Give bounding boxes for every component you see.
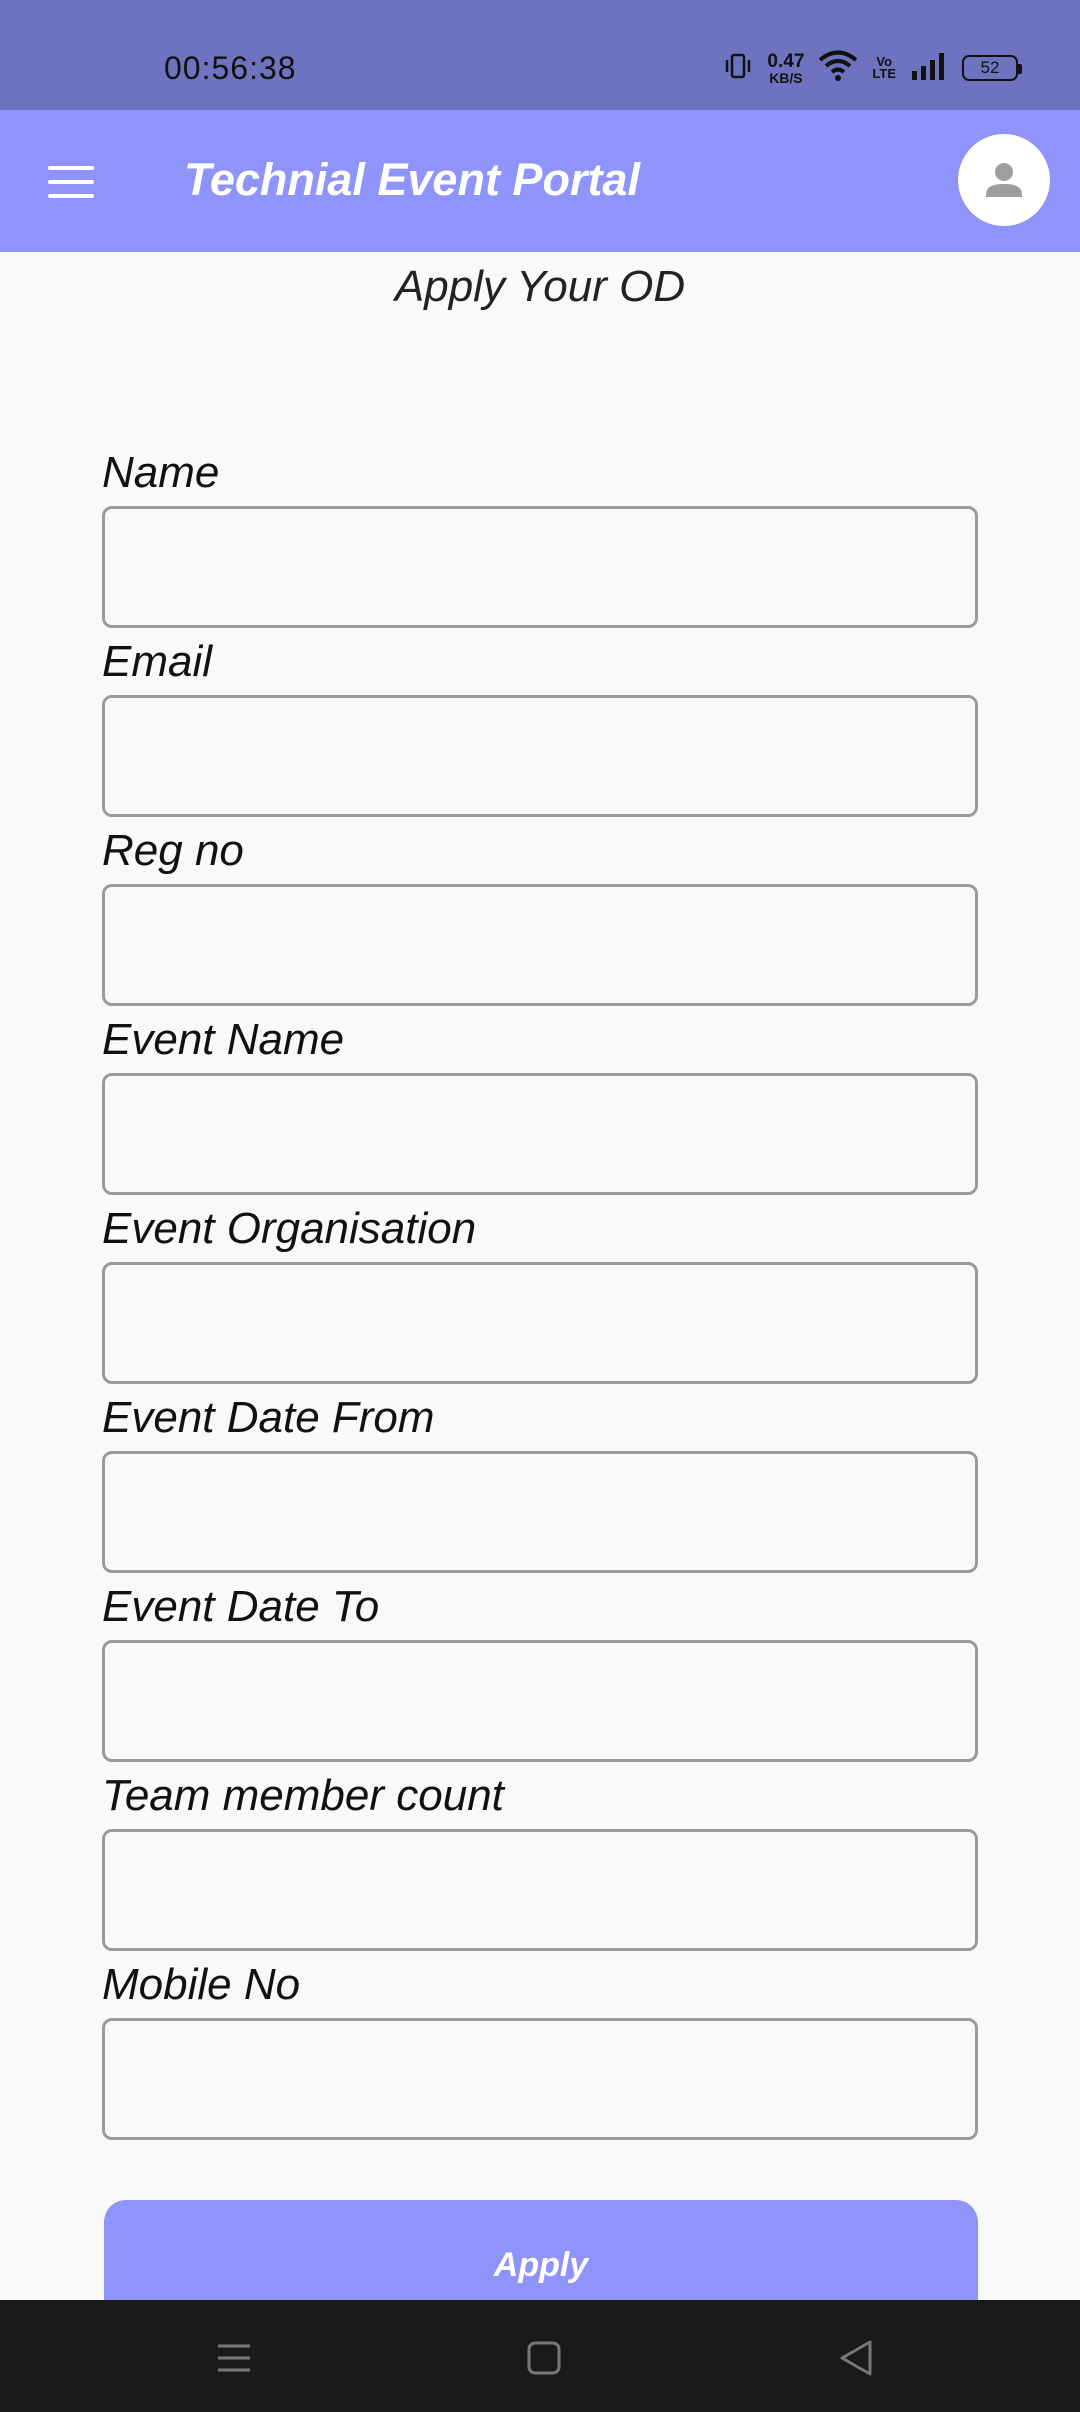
event-organisation-input[interactable]: [102, 1262, 978, 1384]
event-name-label: Event Name: [102, 1015, 345, 1064]
name-field-group: Name: [102, 446, 978, 635]
volte-icon: Vo LTE: [872, 54, 896, 81]
avatar[interactable]: [958, 134, 1050, 226]
event-date-to-label: Event Date To: [102, 1582, 380, 1631]
reg-no-field-group: Reg no: [102, 824, 978, 1013]
network-speed: 0.47 KB/S: [767, 52, 804, 85]
event-organisation-field-group: Event Organisation: [102, 1202, 978, 1391]
event-date-to-input[interactable]: [102, 1640, 978, 1762]
signal-icon: [910, 51, 948, 86]
team-member-count-input[interactable]: [102, 1829, 978, 1951]
back-icon[interactable]: [834, 2336, 878, 2380]
status-bar: 00:56:38 0.47 KB/S Vo LTE 52: [0, 0, 1080, 110]
hamburger-menu-icon[interactable]: [48, 166, 94, 198]
name-input[interactable]: [102, 506, 978, 628]
event-organisation-label: Event Organisation: [102, 1204, 477, 1253]
volte-bottom-label: LTE: [872, 66, 896, 81]
event-name-input[interactable]: [102, 1073, 978, 1195]
reg-no-input[interactable]: [102, 884, 978, 1006]
system-nav-bar: [0, 2300, 1080, 2412]
event-date-to-field-group: Event Date To: [102, 1580, 978, 1769]
event-date-from-label: Event Date From: [102, 1393, 435, 1442]
od-application-screen: 00:56:38 0.47 KB/S Vo LTE 52 Technial Ev…: [0, 0, 1080, 2412]
event-date-from-input[interactable]: [102, 1451, 978, 1573]
status-icons: 0.47 KB/S Vo LTE 52: [723, 48, 1022, 88]
email-label: Email: [102, 637, 213, 686]
email-field-group: Email: [102, 635, 978, 824]
team-member-count-field-group: Team member count: [102, 1769, 978, 1958]
mobile-no-input[interactable]: [102, 2018, 978, 2140]
mobile-no-field-group: Mobile No: [102, 1958, 978, 2147]
battery-level: 52: [980, 58, 1000, 77]
network-speed-unit: KB/S: [769, 69, 803, 86]
mobile-no-label: Mobile No: [102, 1960, 301, 2009]
status-time: 00:56:38: [164, 50, 297, 86]
app-bar: Technial Event Portal: [0, 110, 1080, 252]
app-title: Technial Event Portal: [184, 154, 640, 205]
reg-no-label: Reg no: [102, 826, 244, 875]
wifi-icon: [818, 49, 858, 88]
team-member-count-label: Team member count: [102, 1771, 504, 1820]
email-input[interactable]: [102, 695, 978, 817]
battery-icon: 52: [962, 55, 1022, 81]
home-icon[interactable]: [522, 2336, 566, 2380]
event-name-field-group: Event Name: [102, 1013, 978, 1202]
vibrate-icon: [723, 51, 753, 86]
event-date-from-field-group: Event Date From: [102, 1391, 978, 1580]
name-label: Name: [102, 448, 220, 497]
recent-apps-icon[interactable]: [212, 2336, 256, 2380]
person-icon: [986, 163, 1022, 197]
od-form: Name Email Reg no Event Name Event Organ…: [102, 446, 978, 2147]
page-title: Apply Your OD: [394, 262, 686, 311]
network-speed-value: 0.47: [767, 50, 805, 72]
